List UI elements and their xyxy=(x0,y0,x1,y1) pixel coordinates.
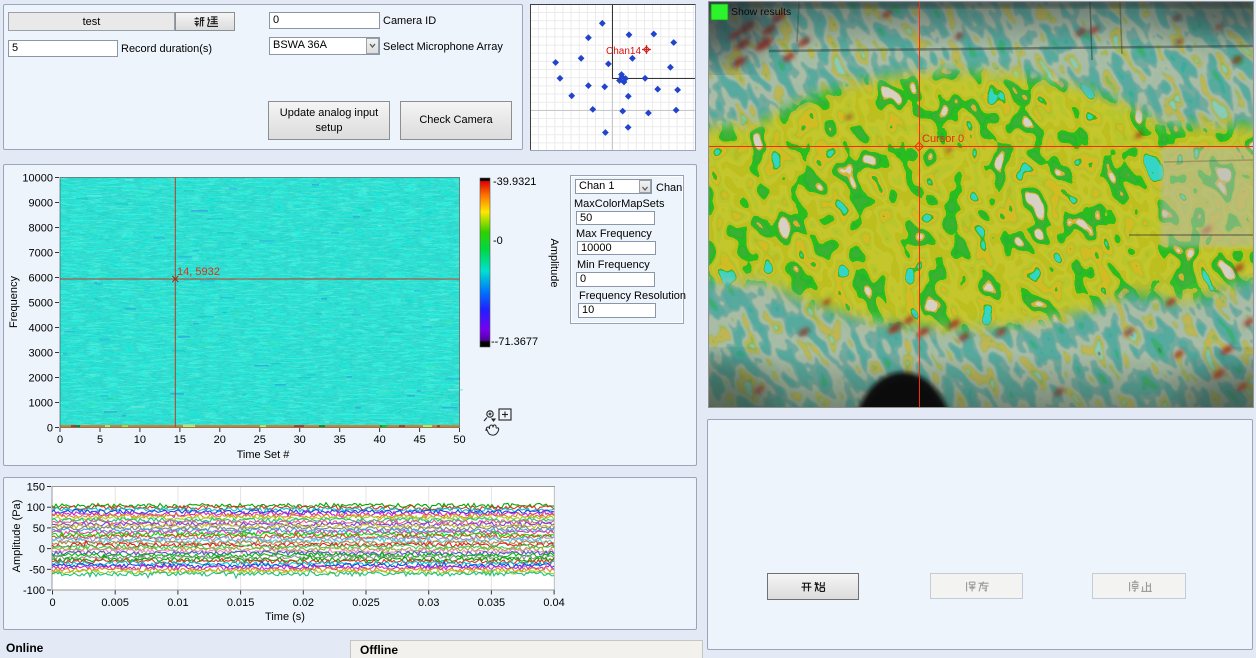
svg-text:20: 20 xyxy=(214,434,226,446)
svg-text:0: 0 xyxy=(39,544,45,556)
svg-text:50: 50 xyxy=(33,523,45,535)
svg-text:Time Set #: Time Set # xyxy=(237,449,291,461)
svg-text:-39.9321: -39.9321 xyxy=(493,176,536,188)
svg-text:Frequency: Frequency xyxy=(8,276,20,328)
svg-text:25: 25 xyxy=(254,434,266,446)
svg-text:9000: 9000 xyxy=(29,198,53,210)
svg-text:15: 15 xyxy=(174,434,186,446)
svg-text:14, 5932: 14, 5932 xyxy=(177,266,220,278)
svg-text:30: 30 xyxy=(294,434,306,446)
svg-text:--71.3677: --71.3677 xyxy=(491,336,538,348)
svg-text:0: 0 xyxy=(57,434,63,446)
svg-text:10: 10 xyxy=(134,434,146,446)
svg-text:0: 0 xyxy=(47,423,53,435)
svg-text:7000: 7000 xyxy=(29,248,53,260)
svg-text:3000: 3000 xyxy=(29,348,53,360)
svg-text:Amplitude (Pa): Amplitude (Pa) xyxy=(11,500,23,573)
svg-text:Amplitude: Amplitude xyxy=(548,239,560,288)
svg-text:50: 50 xyxy=(453,434,465,446)
svg-text:0.02: 0.02 xyxy=(293,597,314,609)
svg-text:8000: 8000 xyxy=(29,223,53,235)
svg-text:Show results: Show results xyxy=(731,6,791,18)
svg-text:40: 40 xyxy=(373,434,385,446)
svg-text:0.04: 0.04 xyxy=(543,597,564,609)
svg-text:1000: 1000 xyxy=(29,398,53,410)
svg-text:Time (s): Time (s) xyxy=(265,611,305,623)
svg-text:0.025: 0.025 xyxy=(352,597,380,609)
svg-text:Chan14: Chan14 xyxy=(606,46,641,57)
svg-text:5: 5 xyxy=(97,434,103,446)
svg-text:0.015: 0.015 xyxy=(227,597,255,609)
svg-text:150: 150 xyxy=(27,482,45,494)
svg-text:-100: -100 xyxy=(23,585,45,597)
svg-text:35: 35 xyxy=(334,434,346,446)
svg-text:2000: 2000 xyxy=(29,373,53,385)
svg-text:0.005: 0.005 xyxy=(101,597,129,609)
svg-text:4000: 4000 xyxy=(29,323,53,335)
svg-text:100: 100 xyxy=(27,502,45,514)
svg-text:0.035: 0.035 xyxy=(478,597,506,609)
svg-text:5000: 5000 xyxy=(29,298,53,310)
svg-text:-0: -0 xyxy=(493,235,503,247)
svg-text:Cursor 0: Cursor 0 xyxy=(922,133,964,145)
svg-text:0: 0 xyxy=(49,597,55,609)
svg-text:45: 45 xyxy=(413,434,425,446)
svg-text:10000: 10000 xyxy=(22,173,53,185)
svg-text:0.03: 0.03 xyxy=(418,597,439,609)
svg-text:0.01: 0.01 xyxy=(167,597,188,609)
svg-text:-50: -50 xyxy=(29,564,45,576)
svg-text:6000: 6000 xyxy=(29,273,53,285)
